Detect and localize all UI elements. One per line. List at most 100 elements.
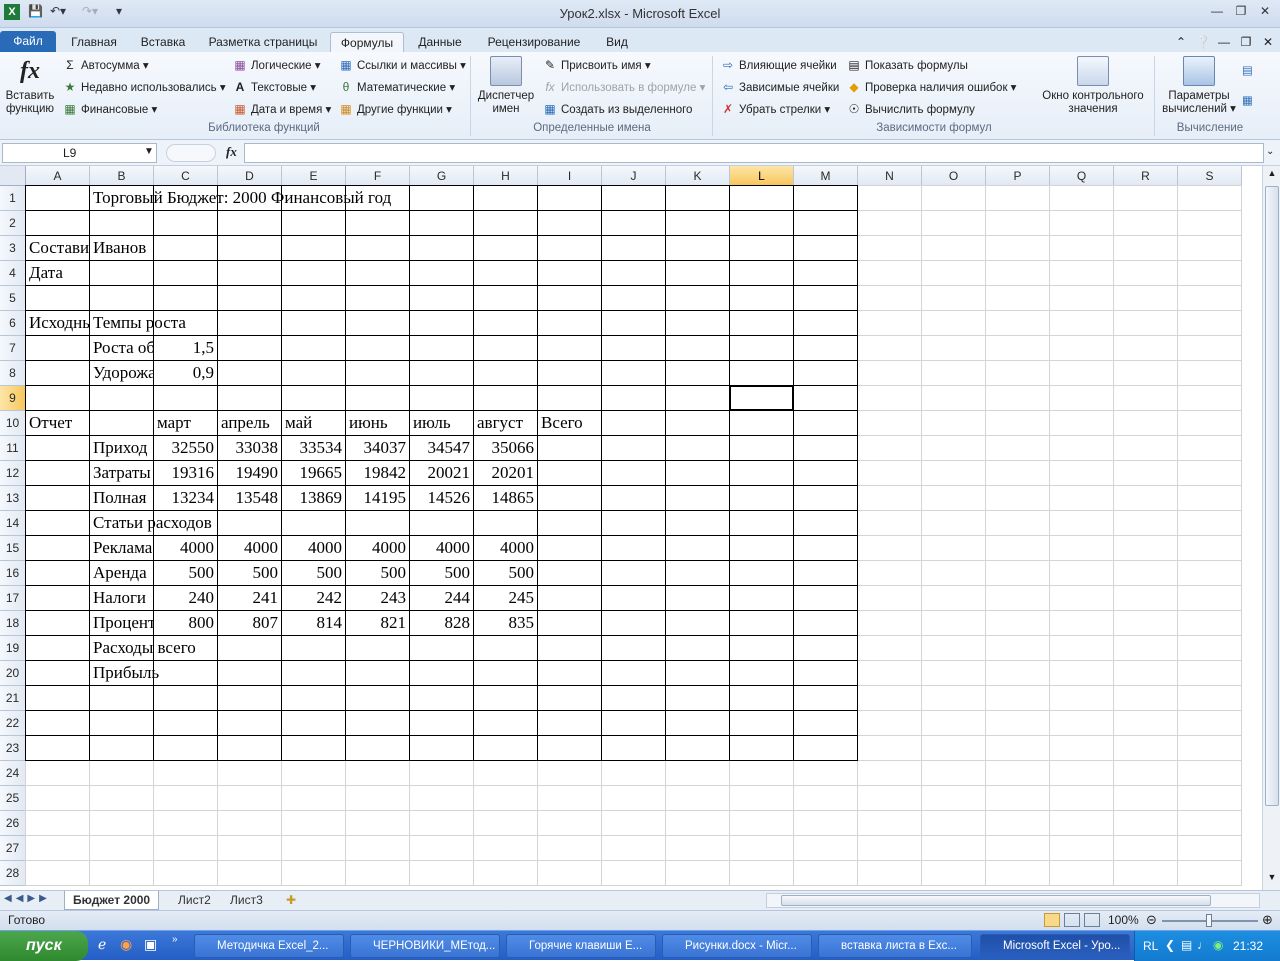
cell-b15[interactable]: Реклама [90,535,153,560]
formula-input[interactable] [244,143,1264,163]
row-header[interactable]: 21 [0,686,26,711]
normal-view-icon[interactable] [1044,913,1060,927]
tab-data[interactable]: Данные [408,32,472,52]
ie-icon[interactable]: ℯ [98,936,106,953]
cell-f16[interactable]: 500 [346,560,409,585]
remove-arrows-button[interactable]: ✗ Убрать стрелки ▾ [720,100,830,118]
sheet-nav-arrows-icon[interactable]: ◀◀▶▶ [4,893,51,904]
column-header[interactable]: F [346,166,410,186]
select-all-corner[interactable] [0,166,26,186]
start-button[interactable]: пуск [0,931,88,961]
use-in-formula-button[interactable]: fx Использовать в формуле ▾ [542,78,705,96]
row-header[interactable]: 22 [0,711,26,736]
row-header[interactable]: 4 [0,261,26,286]
row-header[interactable]: 3 [0,236,26,261]
page-break-view-icon[interactable] [1084,913,1100,927]
column-header[interactable]: D [218,166,282,186]
close-button[interactable]: ✕ [1254,4,1276,22]
name-box[interactable]: L9 [2,143,157,163]
tab-insert[interactable]: Вставка [132,32,194,52]
row-header[interactable]: 23 [0,736,26,761]
cell-g10[interactable]: июль [410,410,473,435]
cell-f10[interactable]: июнь [346,410,409,435]
taskbar-window-1[interactable]: Методичка Excel_2... [194,934,344,958]
taskbar-window-4[interactable]: Рисунки.docx - Micr... [662,934,812,958]
ribbon-collapse-icon[interactable]: ⌃ [1172,32,1190,52]
cell-c13[interactable]: 13234 [154,485,217,510]
cell-d10[interactable]: апрель [218,410,281,435]
wb-restore-button[interactable]: ❐ [1238,32,1254,52]
row-header[interactable]: 28 [0,861,26,886]
column-header[interactable]: N [858,166,922,186]
trace-precedents-button[interactable]: ⇨ Влияющие ячейки [720,56,837,74]
datetime-functions-button[interactable]: ▦ Дата и время ▾ [232,100,331,118]
minimize-button[interactable]: — [1206,4,1228,22]
cell-h11[interactable]: 35066 [474,435,537,460]
column-header[interactable]: L [730,166,794,186]
cell-d18[interactable]: 807 [218,610,281,635]
status-green-icon[interactable]: ◉ [1213,938,1223,952]
calc-sheet-icon[interactable]: ▦ [1242,92,1253,110]
row-header[interactable]: 6 [0,311,26,336]
cell-g11[interactable]: 34547 [410,435,473,460]
cell-a4[interactable]: Дата [26,260,89,285]
cell-c11[interactable]: 32550 [154,435,217,460]
cell-e13[interactable]: 13869 [282,485,345,510]
cell-b6[interactable]: Темпы роста [90,310,186,335]
insert-sheet-icon[interactable]: ✚ [278,891,304,910]
cell-d13[interactable]: 13548 [218,485,281,510]
define-name-button[interactable]: ✎ Присвоить имя ▾ [542,56,651,74]
desktop-icon[interactable]: ▣ [144,936,157,953]
cell-d11[interactable]: 33038 [218,435,281,460]
recent-functions-button[interactable]: ★ Недавно использовались ▾ [62,78,226,96]
worksheet-grid[interactable]: ABCDEFGHIJKLMNOPQRS 1 2 3 4 5 6 7 8 9 10 11 12 13 14 1… [0,166,1262,890]
volume-icon[interactable]: ♩ [1197,938,1209,952]
cell-h13[interactable]: 14865 [474,485,537,510]
horizontal-scroll-thumb[interactable] [781,895,1211,906]
cell-h15[interactable]: 4000 [474,535,537,560]
cell-c12[interactable]: 19316 [154,460,217,485]
cell-b16[interactable]: Аренда [90,560,153,585]
cell-b3[interactable]: Иванов [90,235,153,260]
calc-now-icon[interactable]: ▤ [1242,62,1253,80]
cell-g16[interactable]: 500 [410,560,473,585]
lookup-functions-button[interactable]: ▦ Ссылки и массивы ▾ [338,56,466,74]
scroll-up-icon[interactable]: ▲ [1265,168,1279,182]
cell-d15[interactable]: 4000 [218,535,281,560]
column-header[interactable]: K [666,166,730,186]
scroll-down-icon[interactable]: ▼ [1265,872,1279,886]
cell-d17[interactable]: 241 [218,585,281,610]
cell-a6[interactable]: Исходные [26,310,89,335]
cell-f15[interactable]: 4000 [346,535,409,560]
cell-c16[interactable]: 500 [154,560,217,585]
cell-d16[interactable]: 500 [218,560,281,585]
financial-functions-button[interactable]: ▦ Финансовые ▾ [62,100,157,118]
column-header[interactable]: G [410,166,474,186]
taskbar-window-3[interactable]: Горячие клавиши E... [506,934,656,958]
cell-f11[interactable]: 34037 [346,435,409,460]
row-header[interactable]: 15 [0,536,26,561]
column-header[interactable]: J [602,166,666,186]
cell-c8[interactable]: 0,9 [154,360,217,385]
wb-minimize-button[interactable]: — [1216,32,1232,52]
cell-h12[interactable]: 20201 [474,460,537,485]
zoom-out-icon[interactable]: ⊝ [1146,912,1157,928]
zoom-slider-thumb[interactable] [1206,914,1212,927]
column-header[interactable]: I [538,166,602,186]
row-header[interactable]: 2 [0,211,26,236]
row-header[interactable]: 20 [0,661,26,686]
row-header[interactable]: 11 [0,436,26,461]
cell-e10[interactable]: май [282,410,345,435]
cell-g18[interactable]: 828 [410,610,473,635]
cell-e16[interactable]: 500 [282,560,345,585]
tray-arrow-icon[interactable]: ❮ [1165,938,1175,952]
row-header[interactable]: 16 [0,561,26,586]
row-header[interactable]: 9 [0,386,26,411]
tab-page-layout[interactable]: Разметка страницы [200,32,326,52]
column-header[interactable]: Q [1050,166,1114,186]
cell-i10[interactable]: Всего [538,410,601,435]
row-header[interactable]: 25 [0,786,26,811]
logical-functions-button[interactable]: ▦ Логические ▾ [232,56,320,74]
cell-e17[interactable]: 242 [282,585,345,610]
row-header[interactable]: 17 [0,586,26,611]
